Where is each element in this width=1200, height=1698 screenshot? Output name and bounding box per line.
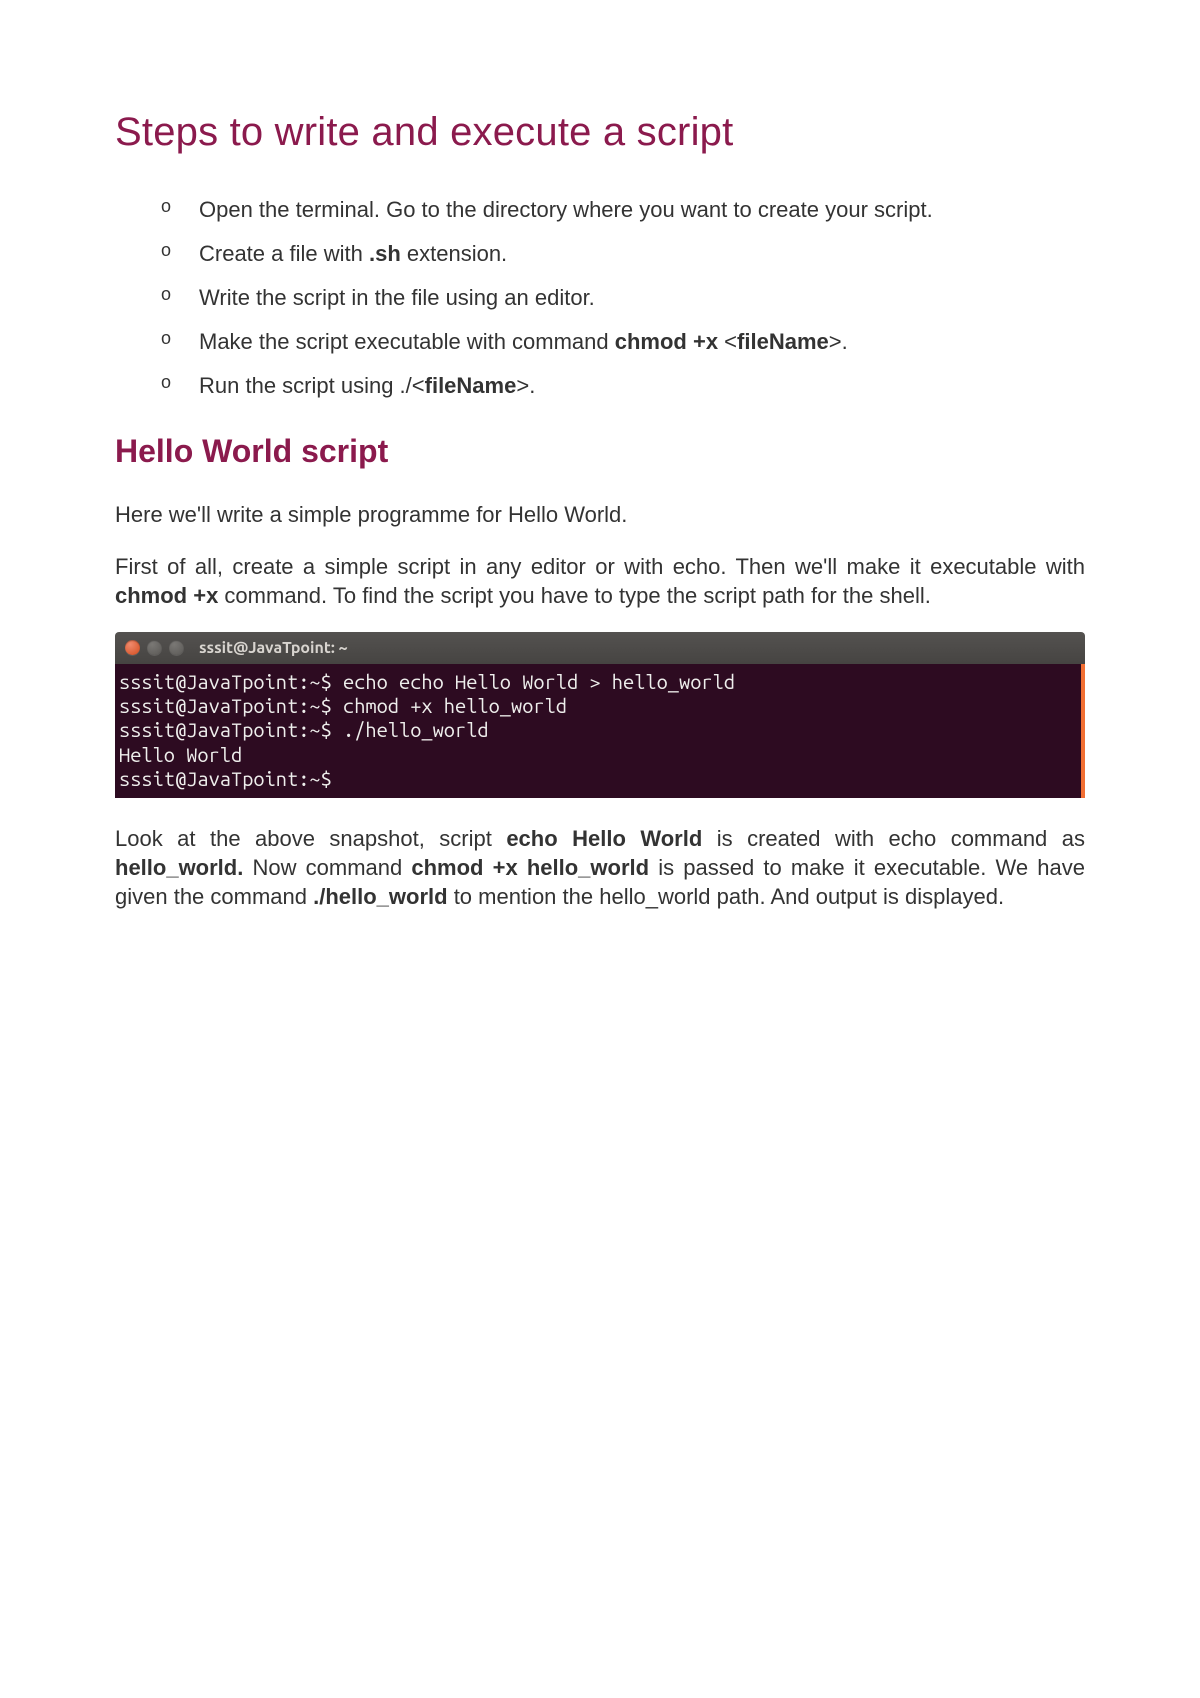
text-bold: ./hello_world [313,884,447,909]
step-text: < [718,329,737,354]
step-text: Make the script executable with command [199,329,615,354]
terminal-body: sssit@JavaTpoint:~$ echo echo Hello Worl… [115,664,1085,798]
terminal-titlebar: sssit@JavaTpoint: ~ [115,632,1085,664]
list-item: Make the script executable with command … [171,325,1085,359]
step-text: Run the script using ./< [199,373,425,398]
step-bold: .sh [369,241,401,266]
text: is created with echo command as [702,826,1085,851]
step-text: extension. [401,241,507,266]
paragraph: Look at the above snapshot, script echo … [115,824,1085,911]
terminal-line: Hello World [119,743,1073,767]
terminal-line: sssit@JavaTpoint:~$ [119,767,1073,791]
maximize-icon [169,640,184,655]
terminal-title: sssit@JavaTpoint: ~ [199,639,348,657]
text-bold: chmod +x [115,583,218,608]
page-title: Steps to write and execute a script [115,110,1085,155]
text: First of all, create a simple script in … [115,554,1085,579]
text: Look at the above snapshot, script [115,826,506,851]
step-text: Write the script in the file using an ed… [199,285,595,310]
text-bold: hello_world. [115,855,243,880]
terminal-line: sssit@JavaTpoint:~$ echo echo Hello Worl… [119,670,1073,694]
text-bold: chmod +x hello_world [411,855,649,880]
list-item: Run the script using ./<fileName>. [171,369,1085,403]
terminal-screenshot: sssit@JavaTpoint: ~ sssit@JavaTpoint:~$ … [115,632,1085,798]
step-bold: fileName [737,329,829,354]
step-text: Open the terminal. Go to the directory w… [199,197,933,222]
text-bold: echo Hello World [506,826,702,851]
steps-list: Open the terminal. Go to the directory w… [171,193,1085,403]
list-item: Open the terminal. Go to the directory w… [171,193,1085,227]
terminal-line: sssit@JavaTpoint:~$ ./hello_world [119,718,1073,742]
step-bold: fileName [425,373,517,398]
step-text: >. [829,329,848,354]
close-icon [125,640,140,655]
terminal-line: sssit@JavaTpoint:~$ chmod +x hello_world [119,694,1073,718]
step-text: >. [516,373,535,398]
list-item: Create a file with .sh extension. [171,237,1085,271]
paragraph: First of all, create a simple script in … [115,552,1085,610]
text: Now command [243,855,411,880]
step-text: Create a file with [199,241,369,266]
paragraph: Here we'll write a simple programme for … [115,500,1085,529]
section-title: Hello World script [115,433,1085,470]
step-bold: chmod +x [615,329,718,354]
minimize-icon [147,640,162,655]
list-item: Write the script in the file using an ed… [171,281,1085,315]
text: command. To find the script you have to … [218,583,931,608]
text: to mention the hello_world path. And out… [448,884,1004,909]
terminal-window: sssit@JavaTpoint: ~ sssit@JavaTpoint:~$ … [115,632,1085,798]
